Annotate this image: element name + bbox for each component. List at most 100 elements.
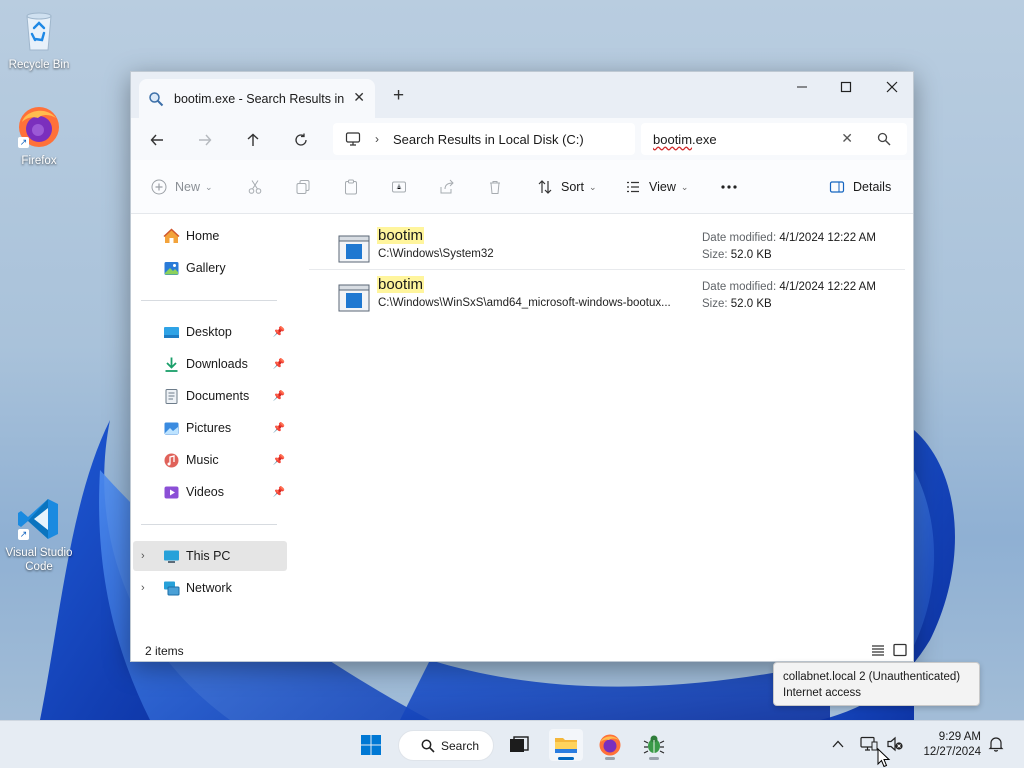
taskbar-app-bug[interactable] [637, 729, 671, 761]
chevron-down-icon: ⌄ [680, 181, 689, 192]
search-box[interactable]: bootim.exe ✕ [641, 123, 907, 155]
refresh-button[interactable] [287, 126, 315, 154]
documents-folder-icon [165, 388, 178, 404]
sidebar-item-network[interactable]: › Network [141, 573, 287, 603]
minimize-icon [797, 86, 807, 88]
new-button[interactable]: New ⌄ [151, 160, 213, 214]
sidebar-item-label: Videos [186, 485, 224, 499]
sidebar-divider [141, 524, 277, 525]
sidebar-item-music[interactable]: Music 📌 [141, 445, 287, 475]
more-options-button[interactable] [720, 160, 738, 214]
file-name: bootim [377, 227, 425, 244]
navigation-bar: › Search Results in Local Disk (C:) boot… [131, 118, 913, 160]
desktop-icon-vscode[interactable]: ↗ Visual Studio Code [1, 496, 77, 574]
desktop-icon-label: Visual Studio Code [5, 547, 73, 573]
delete-button[interactable] [487, 160, 503, 214]
sidebar-item-gallery[interactable]: Gallery [141, 253, 287, 283]
show-hidden-icons-button[interactable] [828, 734, 848, 754]
sidebar-item-label: Desktop [186, 325, 232, 339]
sidebar-item-desktop[interactable]: Desktop 📌 [141, 317, 287, 347]
firefox-icon: ↗ [16, 104, 62, 150]
pin-icon[interactable]: 📌 [273, 391, 285, 402]
command-bar: New ⌄ Sort ⌄ View ⌄ Details [131, 160, 913, 214]
taskbar-firefox[interactable] [593, 729, 627, 761]
network-tooltip: collabnet.local 2 (Unauthenticated) Inte… [773, 662, 980, 706]
firefox-icon [599, 734, 621, 756]
chevron-up-icon [832, 740, 844, 748]
list-item[interactable]: bootim C:\Windows\WinSxS\amd64_microsoft… [309, 269, 905, 319]
chevron-right-icon[interactable]: › [141, 550, 145, 562]
running-indicator [649, 757, 659, 760]
taskbar-file-explorer[interactable] [549, 729, 583, 761]
search-input[interactable]: bootim.exe [653, 132, 717, 147]
new-label: New [175, 180, 201, 194]
clock-time: 9:29 AM [938, 731, 981, 743]
view-button[interactable]: View ⌄ [625, 160, 688, 214]
sidebar-item-label: This PC [186, 549, 231, 563]
sort-label: Sort [561, 180, 584, 194]
explorer-body: Home Gallery Desktop 📌 Downloads 📌 Docum… [131, 214, 913, 662]
search-icon [149, 91, 164, 106]
file-name: bootim [377, 276, 425, 293]
address-bar[interactable]: › Search Results in Local Disk (C:) [333, 123, 635, 155]
pin-icon[interactable]: 📌 [273, 423, 285, 434]
sidebar-item-documents[interactable]: Documents 📌 [141, 381, 287, 411]
view-label: View [649, 180, 676, 194]
tooltip-line: collabnet.local 2 (Unauthenticated) [783, 671, 961, 683]
rename-button[interactable] [391, 160, 407, 214]
tab-title: bootim.exe - Search Results in [174, 91, 345, 106]
maximize-button[interactable] [823, 72, 869, 102]
details-pane-button[interactable]: Details [829, 160, 891, 214]
sidebar-item-videos[interactable]: Videos 📌 [141, 477, 287, 507]
sort-button[interactable]: Sort ⌄ [537, 160, 596, 214]
trash-icon [490, 181, 500, 194]
tab-search-results[interactable]: bootim.exe - Search Results in ✕ [139, 79, 375, 118]
list-item[interactable]: bootim C:\Windows\System32 Date modified… [309, 220, 905, 270]
new-tab-button[interactable]: + [393, 85, 404, 107]
sidebar-item-label: Pictures [186, 421, 232, 435]
shortcut-arrow-icon: ↗ [18, 137, 29, 148]
close-tab-icon[interactable]: ✕ [353, 89, 365, 106]
pin-icon[interactable]: 📌 [273, 455, 285, 466]
paste-button[interactable] [343, 160, 359, 214]
plus-circle-icon [151, 179, 167, 195]
file-path: C:\Windows\System32 [378, 248, 494, 260]
start-button[interactable] [354, 729, 388, 761]
forward-button[interactable] [191, 126, 219, 154]
share-button[interactable] [439, 160, 455, 214]
desktop-folder-icon [164, 326, 179, 338]
desktop-icon-recycle-bin[interactable]: Recycle Bin [1, 8, 77, 72]
network-tray-button[interactable] [859, 734, 879, 754]
close-icon [886, 81, 898, 93]
taskbar-clock[interactable]: 9:29 AM 12/27/2024 [915, 730, 981, 760]
back-button[interactable] [143, 126, 171, 154]
taskbar-search[interactable]: Search [398, 730, 494, 761]
close-button[interactable] [869, 72, 915, 102]
clear-search-icon[interactable]: ✕ [841, 130, 853, 147]
desktop-icon-firefox[interactable]: ↗ Firefox [1, 104, 77, 168]
sidebar-item-home[interactable]: Home [141, 221, 287, 251]
copy-button[interactable] [295, 160, 311, 214]
cut-button[interactable] [247, 160, 263, 214]
tooltip-line: Internet access [783, 687, 861, 699]
rename-icon [392, 181, 406, 193]
chevron-right-icon[interactable]: › [141, 582, 145, 594]
minimize-button[interactable] [779, 72, 825, 102]
up-button[interactable] [239, 126, 267, 154]
pin-icon[interactable]: 📌 [273, 327, 285, 338]
sidebar-item-pictures[interactable]: Pictures 📌 [141, 413, 287, 443]
large-icons-view-icon[interactable] [892, 642, 908, 658]
task-view-button[interactable] [502, 729, 536, 761]
pin-icon[interactable]: 📌 [273, 359, 285, 370]
sidebar-item-this-pc[interactable]: › This PC [133, 541, 287, 571]
sidebar-item-downloads[interactable]: Downloads 📌 [141, 349, 287, 379]
sidebar-item-label: Documents [186, 389, 250, 403]
details-view-icon[interactable] [870, 642, 886, 658]
bug-app-icon [643, 735, 665, 754]
notifications-button[interactable] [986, 734, 1006, 754]
chevron-right-icon[interactable]: › [375, 132, 379, 146]
search-icon[interactable] [877, 132, 891, 146]
pictures-folder-icon [164, 422, 179, 434]
sidebar-item-label: Gallery [186, 261, 226, 275]
pin-icon[interactable]: 📌 [273, 487, 285, 498]
